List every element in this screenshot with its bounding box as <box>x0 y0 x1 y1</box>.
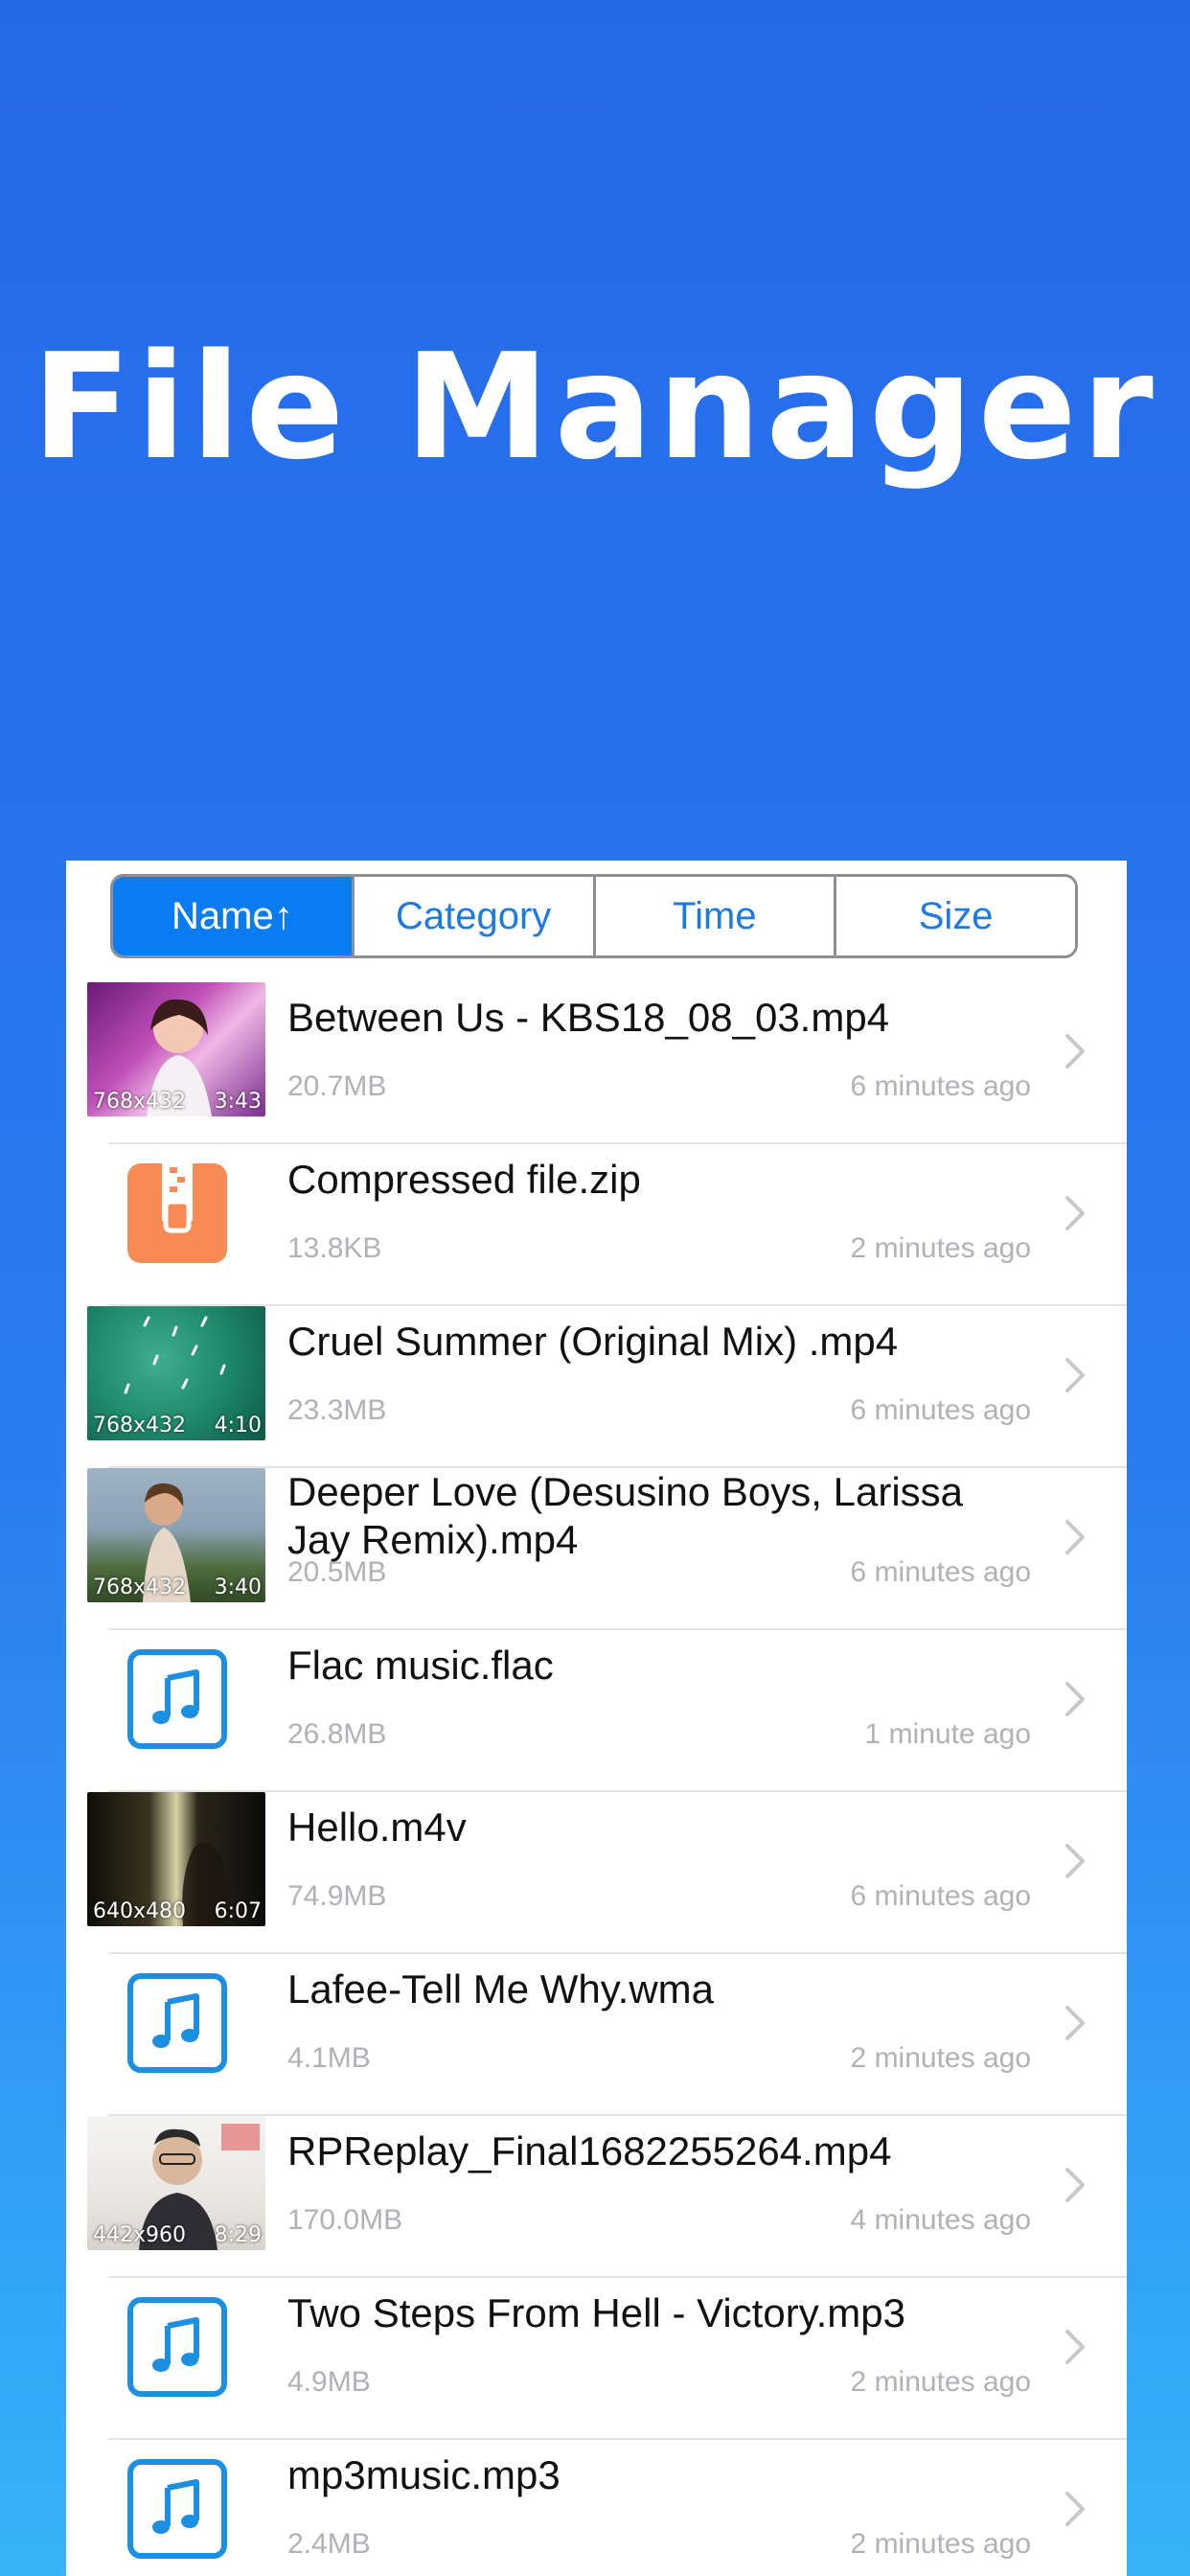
file-size: 20.5MB <box>287 1556 387 1588</box>
chevron-right-icon <box>1065 1520 1085 1554</box>
file-row[interactable]: 768x432 4:10 Cruel Summer (Original Mix)… <box>66 1306 1127 1468</box>
file-row[interactable]: Compressed file.zip 13.8KB 2 minutes ago <box>66 1144 1127 1306</box>
file-list: 768x432 3:43 Between Us - KBS18_08_03.mp… <box>66 982 1127 2576</box>
video-dimensions: 768x432 <box>93 1090 187 1114</box>
file-name: Between Us - KBS18_08_03.mp4 <box>287 995 890 1040</box>
video-thumbnail: 442x960 8:29 <box>87 2116 265 2250</box>
file-row[interactable]: Flac music.flac 26.8MB 1 minute ago <box>66 1630 1127 1792</box>
file-name: Flac music.flac <box>287 1643 554 1688</box>
file-time: 2 minutes ago <box>850 2042 1031 2074</box>
video-duration: 3:40 <box>214 1576 262 1599</box>
file-name: Deeper Love (Desusino Boys, Larissa Jay … <box>287 1469 964 1562</box>
video-duration: 8:29 <box>214 2223 262 2247</box>
file-size: 74.9MB <box>287 1880 387 1912</box>
file-size: 170.0MB <box>287 2204 403 2236</box>
video-dimensions: 768x432 <box>93 1576 187 1599</box>
file-name: Compressed file.zip <box>287 1157 641 1202</box>
file-size: 20.7MB <box>287 1070 387 1102</box>
video-duration: 4:10 <box>214 1414 262 1438</box>
file-list-panel: Name↑ Category Time Size 768x432 3:43 Be… <box>66 861 1127 2576</box>
file-row[interactable]: Two Steps From Hell - Victory.mp3 4.9MB … <box>66 2278 1127 2440</box>
file-time: 2 minutes ago <box>850 2528 1031 2560</box>
video-thumbnail: 768x432 3:43 <box>87 982 265 1116</box>
video-thumbnail: 768x432 4:10 <box>87 1306 265 1440</box>
file-name: Lafee-Tell Me Why.wma <box>287 1966 715 2012</box>
file-row[interactable]: mp3music.mp3 2.4MB 2 minutes ago <box>66 2440 1127 2576</box>
file-name: Cruel Summer (Original Mix) .mp4 <box>287 1319 899 1364</box>
file-name: mp3music.mp3 <box>287 2452 561 2497</box>
music-note-icon <box>127 2459 227 2559</box>
tab-sort-size[interactable]: Size <box>834 877 1075 955</box>
file-time: 6 minutes ago <box>850 1070 1031 1102</box>
file-time: 4 minutes ago <box>850 2204 1031 2236</box>
chevron-right-icon <box>1065 2330 1085 2364</box>
file-time: 2 minutes ago <box>850 2366 1031 2398</box>
tab-sort-category[interactable]: Category <box>351 877 593 955</box>
file-size: 23.3MB <box>287 1394 387 1426</box>
file-time: 2 minutes ago <box>850 1232 1031 1264</box>
file-row[interactable]: 768x432 3:40 Deeper Love (Desusino Boys,… <box>66 1468 1127 1630</box>
file-name: Hello.m4v <box>287 1805 467 1850</box>
chevron-right-icon <box>1065 2492 1085 2526</box>
video-duration: 3:43 <box>214 1090 262 1114</box>
music-note-icon <box>127 2297 227 2397</box>
chevron-right-icon <box>1065 1844 1085 1878</box>
file-size: 26.8MB <box>287 1718 387 1750</box>
file-name: RPReplay_Final1682255264.mp4 <box>287 2128 892 2174</box>
music-note-icon <box>127 1649 227 1749</box>
file-row[interactable]: Lafee-Tell Me Why.wma 4.1MB 2 minutes ag… <box>66 1954 1127 2116</box>
file-time: 6 minutes ago <box>850 1394 1031 1426</box>
chevron-right-icon <box>1065 1358 1085 1392</box>
sort-segmented-control: Name↑ Category Time Size <box>110 874 1078 958</box>
chevron-right-icon <box>1065 1196 1085 1230</box>
chevron-right-icon <box>1065 2006 1085 2040</box>
file-time: 6 minutes ago <box>850 1880 1031 1912</box>
video-thumbnail: 640x480 6:07 <box>87 1792 265 1926</box>
file-row[interactable]: 442x960 8:29 RPReplay_Final1682255264.mp… <box>66 2116 1127 2278</box>
tab-sort-time[interactable]: Time <box>592 877 835 955</box>
chevron-right-icon <box>1065 1034 1085 1069</box>
zip-file-icon <box>127 1163 227 1263</box>
file-size: 13.8KB <box>287 1232 382 1264</box>
file-size: 4.9MB <box>287 2366 371 2398</box>
tab-sort-name[interactable]: Name↑ <box>113 877 352 955</box>
file-row[interactable]: 640x480 6:07 Hello.m4v 74.9MB 6 minutes … <box>66 1792 1127 1954</box>
file-row[interactable]: 768x432 3:43 Between Us - KBS18_08_03.mp… <box>66 982 1127 1144</box>
video-duration: 6:07 <box>214 1899 262 1923</box>
video-thumbnail: 768x432 3:40 <box>87 1468 265 1602</box>
chevron-right-icon <box>1065 2168 1085 2202</box>
video-dimensions: 768x432 <box>93 1414 187 1438</box>
music-note-icon <box>127 1973 227 2073</box>
file-name: Two Steps From Hell - Victory.mp3 <box>287 2290 905 2335</box>
file-time: 6 minutes ago <box>850 1556 1031 1588</box>
file-size: 2.4MB <box>287 2528 371 2560</box>
file-size: 4.1MB <box>287 2042 371 2074</box>
hero-title: File Manager <box>32 322 1158 492</box>
chevron-right-icon <box>1065 1682 1085 1716</box>
video-dimensions: 640x480 <box>93 1899 187 1923</box>
file-time: 1 minute ago <box>864 1718 1031 1750</box>
video-dimensions: 442x960 <box>93 2223 187 2247</box>
